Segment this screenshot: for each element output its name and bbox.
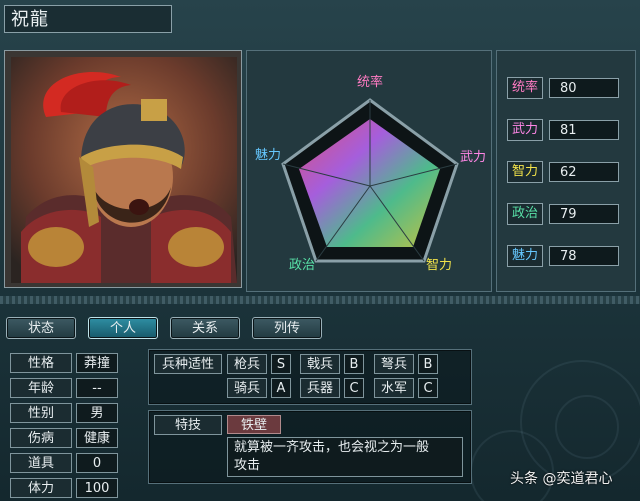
stat-label: 统率 <box>507 77 543 99</box>
portrait-illustration <box>11 57 237 283</box>
aptitude-unit: 兵器 <box>300 378 340 398</box>
profile-row-age: 年龄 -- <box>10 378 118 398</box>
profile-value: 100 <box>76 478 118 498</box>
aptitude-unit: 骑兵 <box>227 378 267 398</box>
skill-description-line-1: 就算被一齐攻击，也会视之为一般 <box>234 440 430 455</box>
profile-label: 伤病 <box>10 428 72 448</box>
aptitude-unit: 弩兵 <box>374 354 414 374</box>
profile-label: 体力 <box>10 478 72 498</box>
attribute-radar-chart: 统率 武力 智力 政治 魅力 <box>255 74 486 273</box>
radar-label-bottom-right: 智力 <box>426 258 452 273</box>
profile-value: 莽撞 <box>76 353 118 373</box>
profile-row-items: 道具 0 <box>10 453 118 473</box>
aptitude-grade: S <box>271 354 291 374</box>
profile-label: 道具 <box>10 453 72 473</box>
stat-value: 80 <box>549 78 619 98</box>
profile-value: -- <box>76 378 118 398</box>
profile-row-health: 伤病 健康 <box>10 428 118 448</box>
stat-value: 78 <box>549 246 619 266</box>
aptitude-grade: C <box>344 378 364 398</box>
profile-label: 年龄 <box>10 378 72 398</box>
profile-label: 性别 <box>10 403 72 423</box>
skill-name: 铁壁 <box>227 415 281 434</box>
profile-row-stamina: 体力 100 <box>10 478 118 498</box>
profile-value: 男 <box>76 403 118 423</box>
stat-value: 79 <box>549 204 619 224</box>
profile-label: 性格 <box>10 353 72 373</box>
stat-label: 智力 <box>507 161 543 183</box>
aptitude-grade: B <box>344 354 364 374</box>
stat-row-charisma: 魅力 78 <box>507 245 619 267</box>
aptitude-title: 兵种适性 <box>154 354 222 374</box>
character-screen: 祝龍 统率 武力 智力 政治 魅力 统率 80 武力 81 智力 62 政治 7… <box>0 0 640 501</box>
aptitude-unit: 戟兵 <box>300 354 340 374</box>
stat-label: 武力 <box>507 119 543 141</box>
attribute-stat-panel: 统率 80 武力 81 智力 62 政治 79 魅力 78 <box>496 50 636 292</box>
stat-row-war: 武力 81 <box>507 119 619 141</box>
section-divider <box>0 296 640 304</box>
aptitude-unit: 枪兵 <box>227 354 267 374</box>
stat-row-command: 统率 80 <box>507 77 619 99</box>
aptitude-grade: C <box>418 378 438 398</box>
radar-label-right: 武力 <box>460 150 486 165</box>
profile-row-personality: 性格 莽撞 <box>10 353 118 373</box>
background-swirl <box>555 395 619 459</box>
skill-description-line-2: 攻击 <box>234 458 261 473</box>
radar-label-left: 魅力 <box>255 148 281 163</box>
profile-value: 0 <box>76 453 118 473</box>
portrait-frame <box>4 50 242 288</box>
tab-biography[interactable]: 列传 <box>252 317 322 339</box>
tab-status[interactable]: 状态 <box>6 317 76 339</box>
stat-row-politics: 政治 79 <box>507 203 619 225</box>
radar-label-bottom-left: 政治 <box>289 258 315 273</box>
stat-label: 魅力 <box>507 245 543 267</box>
aptitude-grade: B <box>418 354 438 374</box>
stat-label: 政治 <box>507 203 543 225</box>
stat-value: 81 <box>549 120 619 140</box>
stat-value: 62 <box>549 162 619 182</box>
profile-row-gender: 性别 男 <box>10 403 118 423</box>
aptitude-unit: 水军 <box>374 378 414 398</box>
tab-relations[interactable]: 关系 <box>170 317 240 339</box>
skill-title: 特技 <box>154 415 222 435</box>
character-portrait <box>11 57 237 283</box>
watermark-text: 头条 @奕道君心 <box>510 471 613 487</box>
aptitude-grade: A <box>271 378 291 398</box>
profile-value: 健康 <box>76 428 118 448</box>
skill-description: 就算被一齐攻击，也会视之为一般 攻击 <box>227 437 463 477</box>
stat-row-intelligence: 智力 62 <box>507 161 619 183</box>
radar-label-top: 统率 <box>357 74 383 90</box>
tab-personal[interactable]: 个人 <box>88 317 158 339</box>
character-name: 祝龍 <box>4 5 172 33</box>
attribute-radar-panel: 统率 武力 智力 政治 魅力 <box>246 50 492 292</box>
